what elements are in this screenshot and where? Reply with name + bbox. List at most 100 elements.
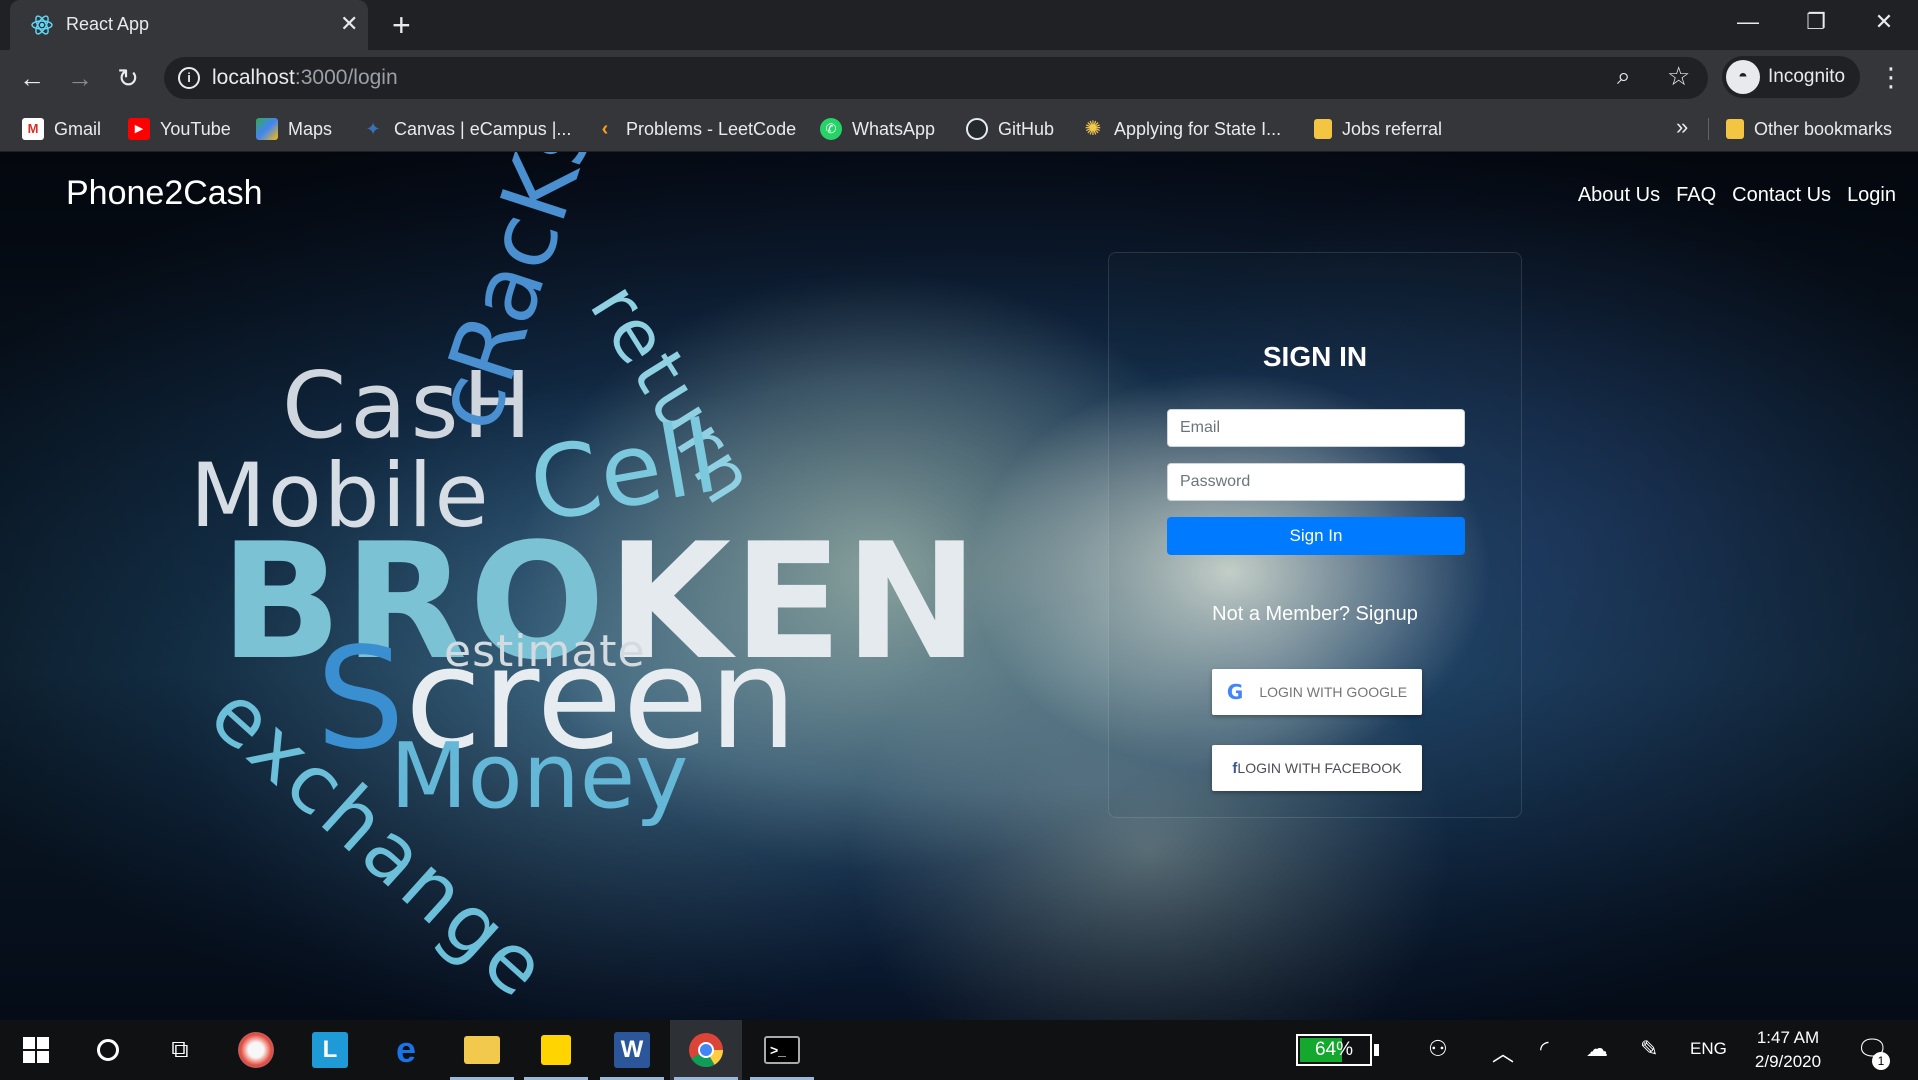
bookmark-jobs-referral[interactable]: Jobs referral	[1314, 116, 1442, 142]
taskbar-app-l[interactable]: L	[294, 1020, 366, 1080]
taskbar-app-sticky-notes[interactable]	[520, 1020, 592, 1080]
tab-title: React App	[66, 14, 150, 34]
people-icon[interactable]: ⚇	[1428, 1036, 1448, 1062]
bookmark-leetcode[interactable]: ‹ Problems - LeetCode	[594, 116, 796, 142]
zoom-icon[interactable]: ⌕	[1617, 63, 1630, 91]
bookmark-youtube[interactable]: ▶ YouTube	[128, 116, 231, 142]
incognito-label: Incognito	[1768, 66, 1846, 87]
input-language-indicator[interactable]: ENG	[1690, 1039, 1727, 1059]
window-close-button[interactable]: ✕	[1866, 8, 1902, 36]
word-app-icon: W	[614, 1032, 650, 1068]
bookmark-whatsapp[interactable]: ✆ WhatsApp	[820, 116, 935, 142]
browser-toolbar: ← → ↻ i localhost:3000/login ⌕ ☆ ◓ Incog…	[0, 50, 1918, 106]
bookmark-star-icon[interactable]: ☆	[1667, 61, 1690, 92]
pen-workspace-icon[interactable]: ✎	[1640, 1036, 1658, 1062]
youtube-icon: ▶	[128, 118, 150, 140]
bookmark-label: Maps	[288, 118, 333, 139]
login-with-google-button[interactable]: G LOGIN WITH GOOGLE	[1212, 669, 1422, 715]
word-money: Money	[390, 724, 689, 829]
login-card: SIGN IN Sign In Not a Member? Signup G L…	[1108, 252, 1522, 818]
browser-menu-icon[interactable]: ⋮	[1878, 62, 1904, 92]
forward-arrow-icon[interactable]: →	[64, 62, 96, 94]
taskbar-app-paint[interactable]	[220, 1020, 292, 1080]
incognito-icon: ◓	[1726, 60, 1760, 94]
taskbar-app-terminal[interactable]: >_	[746, 1020, 818, 1080]
show-hidden-icons-chevron-icon[interactable]: ︿	[1492, 1036, 1514, 1068]
nav-about-us[interactable]: About Us	[1578, 184, 1660, 207]
taskbar-app-chrome[interactable]	[670, 1020, 742, 1080]
back-arrow-icon[interactable]: ←	[16, 62, 48, 94]
bookmark-gmail[interactable]: M Gmail	[22, 116, 101, 142]
bookmark-state-application[interactable]: ✺ Applying for State I...	[1082, 116, 1281, 142]
clock-date: 2/9/2020	[1754, 1052, 1822, 1071]
login-with-facebook-button[interactable]: f LOGIN WITH FACEBOOK	[1212, 745, 1422, 791]
tab-close-icon[interactable]: ✕	[340, 11, 358, 37]
email-field[interactable]	[1167, 409, 1465, 447]
onedrive-cloud-icon[interactable]: ☁	[1586, 1036, 1608, 1062]
folder-icon	[1726, 119, 1744, 139]
bookmarks-bar: M Gmail ▶ YouTube Maps ✦ Canvas | eCampu…	[0, 106, 1918, 152]
google-button-label: LOGIN WITH GOOGLE	[1259, 684, 1408, 700]
bookmark-label: Applying for State I...	[1114, 118, 1282, 139]
site-info-icon[interactable]: i	[178, 67, 200, 89]
word-cloud-graphic: return CasH Mobile Cell cRacKs BROKEN ex…	[0, 152, 978, 1020]
task-view-icon: ⧉	[171, 1036, 189, 1063]
url-text[interactable]: localhost:3000/login	[212, 66, 398, 90]
incognito-profile-button[interactable]: ◓ Incognito	[1722, 56, 1860, 98]
wifi-icon[interactable]: ◜	[1540, 1036, 1549, 1062]
url-path: :3000/login	[294, 66, 398, 89]
battery-indicator[interactable]: 64%	[1296, 1034, 1372, 1066]
bookmark-label: YouTube	[160, 118, 231, 139]
bookmark-label: WhatsApp	[852, 118, 936, 139]
system-clock[interactable]: 1:47 AM 2/9/2020	[1746, 1026, 1830, 1074]
bookmark-other-bookmarks[interactable]: Other bookmarks	[1726, 116, 1892, 142]
facebook-button-label: LOGIN WITH FACEBOOK	[1237, 760, 1402, 776]
folder-icon	[1314, 119, 1332, 139]
bookmark-label: GitHub	[998, 118, 1055, 139]
reload-icon[interactable]: ↻	[112, 62, 144, 94]
url-host: localhost	[212, 66, 295, 89]
task-view-button[interactable]: ⧉	[144, 1020, 216, 1080]
nav-faq[interactable]: FAQ	[1676, 184, 1716, 207]
bookmark-label: Problems - LeetCode	[626, 118, 797, 139]
taskbar-app-file-explorer[interactable]	[446, 1020, 518, 1080]
l-app-icon: L	[312, 1032, 348, 1068]
browser-tab-active[interactable]: React App ✕	[10, 0, 368, 50]
nav-contact-us[interactable]: Contact Us	[1732, 184, 1831, 207]
new-tab-button[interactable]: +	[392, 8, 411, 42]
sticky-notes-icon	[541, 1035, 571, 1065]
bookmark-canvas[interactable]: ✦ Canvas | eCampus |...	[362, 116, 571, 142]
start-button[interactable]	[0, 1020, 72, 1080]
taskbar-app-word[interactable]: W	[596, 1020, 668, 1080]
windows-logo-icon	[23, 1037, 49, 1063]
window-restore-button[interactable]: ❐	[1798, 8, 1834, 36]
taskbar-app-edge[interactable]: e	[370, 1020, 442, 1080]
bookmark-label: Jobs referral	[1342, 118, 1443, 139]
site-brand-logo[interactable]: Phone2Cash	[66, 174, 263, 213]
sign-in-button[interactable]: Sign In	[1167, 517, 1465, 555]
bookmark-maps[interactable]: Maps	[256, 116, 332, 142]
bookmarks-overflow-chevron-icon[interactable]: »	[1676, 114, 1688, 140]
bookmark-label: Canvas | eCampus |...	[394, 118, 572, 139]
sign-in-title: SIGN IN	[1262, 341, 1368, 372]
state-seal-icon: ✺	[1084, 118, 1102, 140]
bookmark-label: Gmail	[54, 118, 102, 139]
word-estimate: estimate	[444, 626, 646, 677]
leetcode-icon: ‹	[601, 118, 609, 140]
window-minimize-button[interactable]: —	[1730, 8, 1766, 36]
word-cracks: cRacKs	[412, 152, 616, 443]
gmail-icon: M	[22, 118, 44, 140]
clock-time: 1:47 AM	[1756, 1028, 1820, 1047]
file-explorer-icon	[464, 1036, 500, 1064]
google-g-icon: G	[1226, 680, 1244, 704]
cortana-search-button[interactable]	[72, 1020, 144, 1080]
bookmark-github[interactable]: GitHub	[966, 116, 1054, 142]
signup-link[interactable]: Not a Member? Signup	[1109, 603, 1521, 626]
react-logo-icon	[31, 15, 53, 35]
web-page-viewport: Phone2Cash About Us FAQ Contact Us Login…	[0, 152, 1918, 1020]
address-bar[interactable]: i localhost:3000/login ⌕ ☆	[164, 57, 1708, 99]
bookmarks-divider	[1708, 118, 1709, 140]
nav-login[interactable]: Login	[1847, 184, 1896, 207]
chrome-browser-icon	[689, 1033, 723, 1067]
password-field[interactable]	[1167, 463, 1465, 501]
